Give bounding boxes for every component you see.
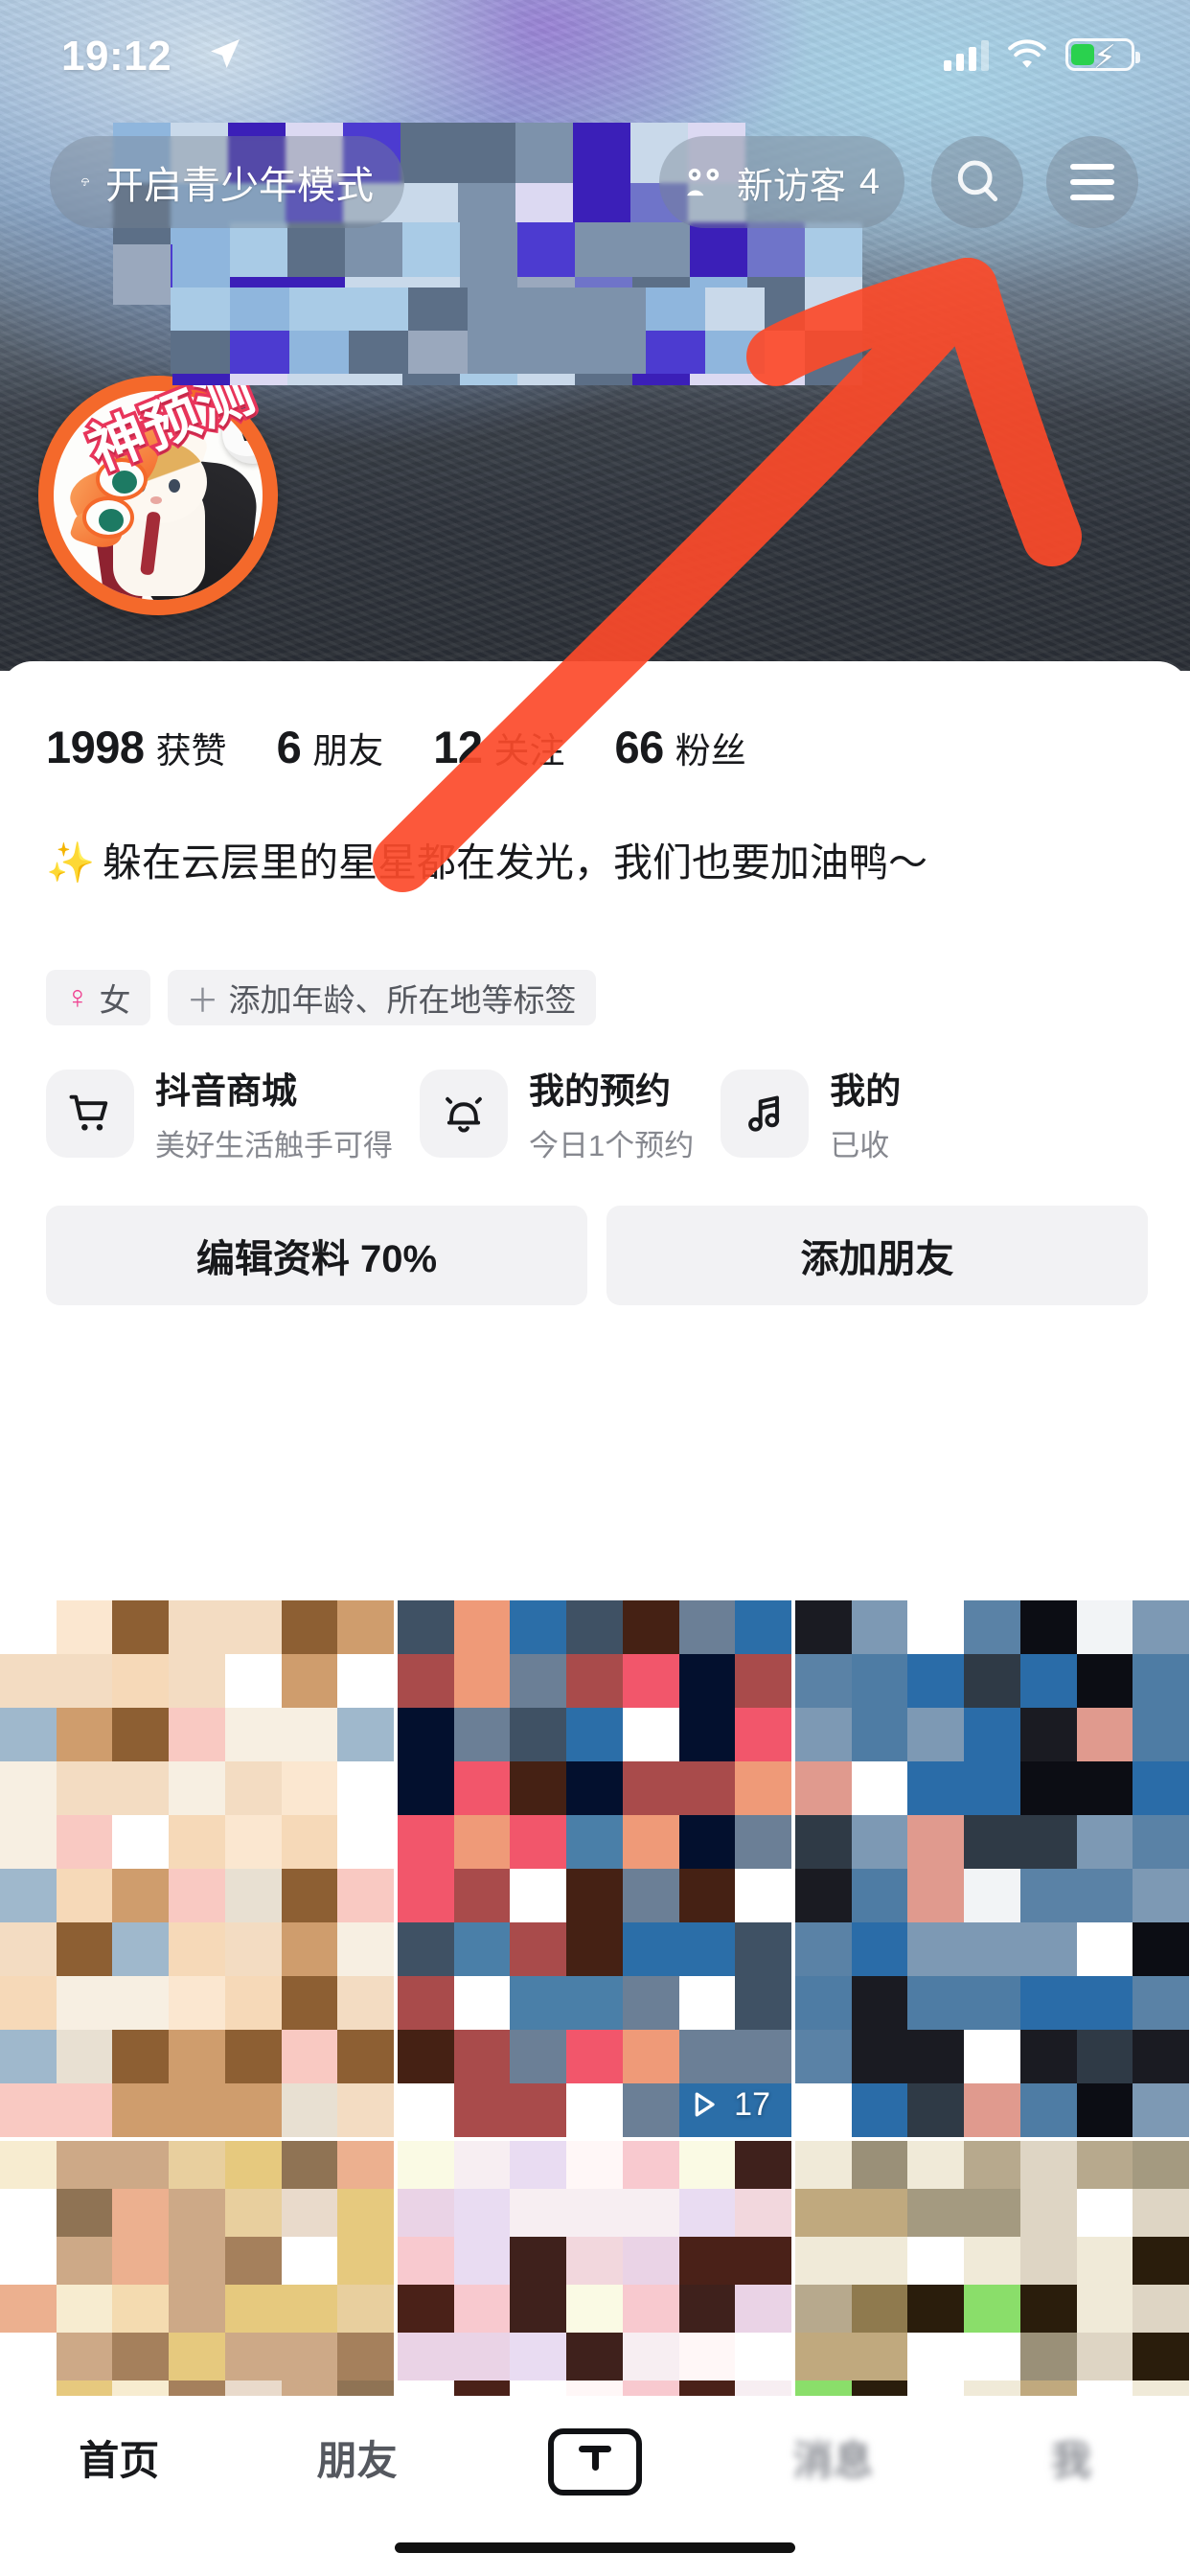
stat-followers[interactable]: 66 粉丝 (614, 721, 745, 773)
video-thumbnail[interactable] (398, 2141, 791, 2428)
profile-tags: ♀ 女 ＋ 添加年龄、所在地等标签 (46, 970, 596, 1025)
video-thumbnail[interactable] (795, 2141, 1189, 2428)
plus-create-button-icon (548, 2428, 643, 2496)
banner-mosaic-block-3 (171, 288, 765, 374)
profile-bio-text: 躲在云层里的星星都在发光，我们也要加油鸭～ (103, 840, 928, 885)
video-grid-row: 17 (0, 1600, 1190, 2137)
profile-stats: 1998 获赞 6 朋友 12 关注 66 粉丝 (46, 721, 796, 773)
sparkle-icon: ✨ (46, 840, 96, 885)
battery-charging-icon: ⚡ (1065, 38, 1140, 76)
tag-add-info[interactable]: ＋ 添加年龄、所在地等标签 (167, 970, 596, 1025)
stat-likes-value: 1998 (46, 722, 145, 772)
stat-likes[interactable]: 1998 获赞 (46, 721, 227, 773)
location-arrow-icon (206, 34, 244, 78)
hamburger-menu-button[interactable] (1046, 136, 1138, 228)
video-play-count: 17 (684, 2085, 770, 2124)
shopping-cart-icon (46, 1069, 134, 1158)
tab-me[interactable]: 我 (952, 2428, 1190, 2487)
video-grid: 17 (0, 1600, 1190, 2428)
service-music-title: 我的 (830, 1071, 902, 1111)
visitors-eyes-icon (687, 168, 720, 196)
status-bar: 19:12 ⚡ (0, 0, 1190, 115)
video-thumbnail[interactable] (0, 2141, 394, 2428)
stat-following-value: 12 (433, 722, 483, 772)
video-play-count-value: 17 (734, 2085, 770, 2123)
tab-messages-label: 消息 (792, 2438, 874, 2483)
wifi-icon (1008, 39, 1046, 68)
profile-actions: 编辑资料 70% 添加朋友 (46, 1206, 1148, 1305)
phone-screen: 进 我 神预测 1 (0, 0, 1190, 2576)
video-thumbnail[interactable]: 17 (398, 1600, 791, 2137)
status-indicators: ⚡ (944, 38, 1140, 76)
service-entries: 抖音商城 美好生活触手可得 我的预约 今日1个预约 我的 已收 (46, 1062, 901, 1164)
service-mall-title: 抖音商城 (155, 1071, 297, 1111)
stat-followers-value: 66 (614, 722, 664, 772)
video-grid-row (0, 2141, 1190, 2428)
tab-messages[interactable]: 消息 (714, 2428, 951, 2487)
stat-friends[interactable]: 6 朋友 (277, 721, 384, 773)
music-note-icon (721, 1069, 810, 1158)
status-time: 19:12 (61, 33, 172, 80)
add-friend-button[interactable]: 添加朋友 (606, 1206, 1148, 1305)
service-appointments-title: 我的预约 (529, 1071, 671, 1111)
hamburger-menu-icon (1070, 164, 1114, 200)
tag-gender[interactable]: ♀ 女 (46, 970, 150, 1025)
tab-home[interactable]: 首页 (0, 2428, 238, 2487)
female-gender-icon: ♀ (65, 978, 90, 1016)
new-visitors-count: 4 (858, 161, 880, 202)
edit-profile-button[interactable]: 编辑资料 70% (46, 1206, 587, 1305)
profile-bio[interactable]: ✨ 躲在云层里的星星都在发光，我们也要加油鸭～ (46, 830, 1138, 887)
bell-icon (420, 1069, 508, 1158)
tag-add-label: 添加年龄、所在地等标签 (228, 982, 577, 1018)
stat-friends-label: 朋友 (312, 731, 384, 770)
stat-followers-label: 粉丝 (675, 731, 746, 770)
new-visitors-button[interactable]: 新访客 4 (659, 136, 904, 228)
tag-gender-label: 女 (99, 982, 131, 1018)
stat-likes-label: 获赞 (155, 731, 227, 770)
home-indicator-bar (395, 2542, 795, 2553)
video-thumbnail[interactable] (795, 1600, 1189, 2137)
stat-following-label: 关注 (493, 731, 565, 770)
tab-friends-label: 朋友 (316, 2438, 398, 2483)
teen-mode-label: 开启青少年模式 (105, 165, 374, 207)
service-appointments[interactable]: 我的预约 今日1个预约 (420, 1062, 694, 1164)
tab-me-label: 我 (1050, 2438, 1091, 2483)
top-navigation: 开启青少年模式 新访客 4 (0, 136, 1190, 232)
search-button[interactable] (931, 136, 1023, 228)
stat-friends-value: 6 (276, 722, 302, 772)
service-music[interactable]: 我的 已收 (721, 1062, 901, 1164)
play-triangle-icon (695, 2092, 715, 2117)
profile-card: 1998 获赞 6 朋友 12 关注 66 粉丝 ✨ 躲在云层里的星星都在发光，我… (0, 661, 1190, 2576)
teen-mode-button[interactable]: 开启青少年模式 (50, 136, 404, 228)
service-music-subtitle: 已收 (830, 1129, 890, 1162)
tab-create[interactable] (476, 2428, 714, 2496)
service-mall-subtitle: 美好生活触手可得 (155, 1129, 393, 1162)
search-icon (957, 160, 998, 202)
cellular-signal-icon (944, 38, 989, 71)
service-mall[interactable]: 抖音商城 美好生活触手可得 (46, 1062, 393, 1164)
tab-home-label: 首页 (79, 2438, 160, 2483)
service-appointments-subtitle: 今日1个预约 (529, 1129, 695, 1162)
video-thumbnail[interactable] (0, 1600, 394, 2137)
tab-friends[interactable]: 朋友 (238, 2428, 475, 2487)
new-visitors-label: 新访客 (736, 166, 846, 207)
stat-following[interactable]: 12 关注 (433, 721, 564, 773)
umbrella-icon (81, 177, 89, 186)
plus-icon: ＋ (186, 982, 219, 1020)
